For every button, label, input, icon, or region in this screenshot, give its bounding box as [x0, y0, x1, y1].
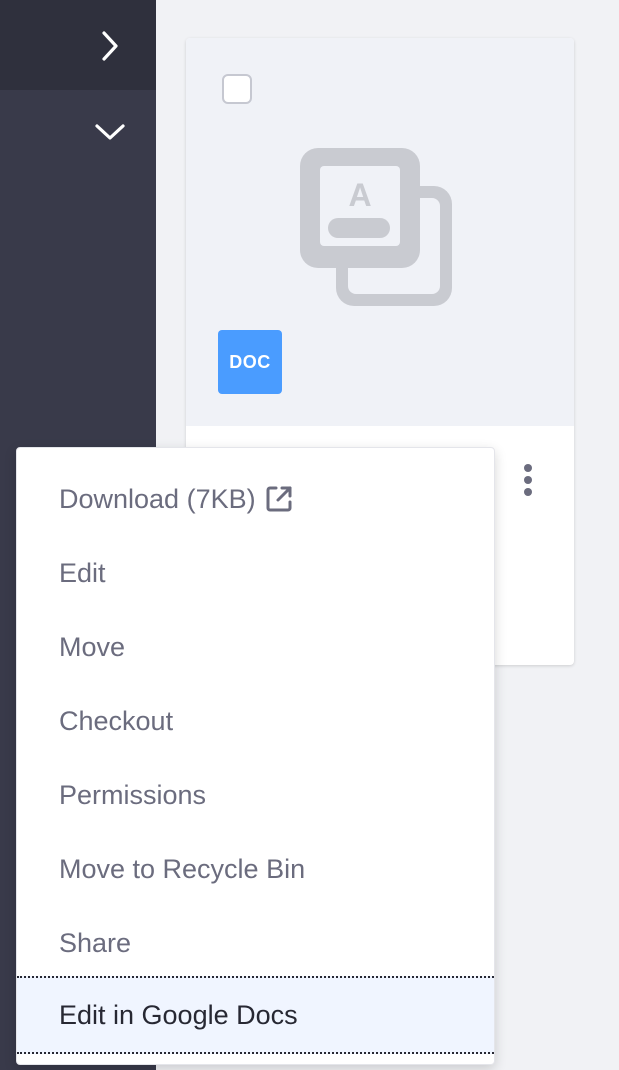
menu-item-label: Permissions — [59, 779, 207, 810]
menu-item-move[interactable]: Move — [17, 610, 494, 684]
card-checkbox[interactable] — [222, 74, 252, 104]
documents-icon: A — [298, 146, 462, 315]
menu-item-edit[interactable]: Edit — [17, 536, 494, 610]
external-link-icon — [264, 484, 294, 514]
menu-item-edit-in-google-docs[interactable]: Edit in Google Docs — [17, 976, 494, 1054]
menu-item-checkout[interactable]: Checkout — [17, 684, 494, 758]
more-actions-icon[interactable] — [512, 458, 544, 502]
menu-item-label: Edit — [59, 557, 106, 588]
sidebar-header — [0, 0, 156, 90]
chevron-down-icon[interactable] — [88, 110, 132, 154]
menu-item-label: Download (7KB) — [59, 483, 256, 514]
svg-text:A: A — [348, 177, 371, 213]
menu-item-label: Share — [59, 927, 132, 958]
menu-item-label: Move — [59, 631, 126, 662]
menu-item-share[interactable]: Share — [17, 906, 494, 980]
menu-item-download[interactable]: Download (7KB) — [17, 462, 494, 536]
menu-item-label: Move to Recycle Bin — [59, 853, 306, 884]
menu-item-label: Edit in Google Docs — [59, 999, 298, 1030]
menu-item-move-to-recycle-bin[interactable]: Move to Recycle Bin — [17, 832, 494, 906]
file-type-badge: DOC — [218, 330, 282, 394]
card-preview: A DOC — [186, 38, 574, 426]
actions-dropdown-menu: Download (7KB) Edit Move Checkout Permis… — [16, 447, 495, 1065]
menu-item-permissions[interactable]: Permissions — [17, 758, 494, 832]
chevron-right-icon[interactable] — [88, 24, 132, 68]
menu-item-label: Checkout — [59, 705, 174, 736]
